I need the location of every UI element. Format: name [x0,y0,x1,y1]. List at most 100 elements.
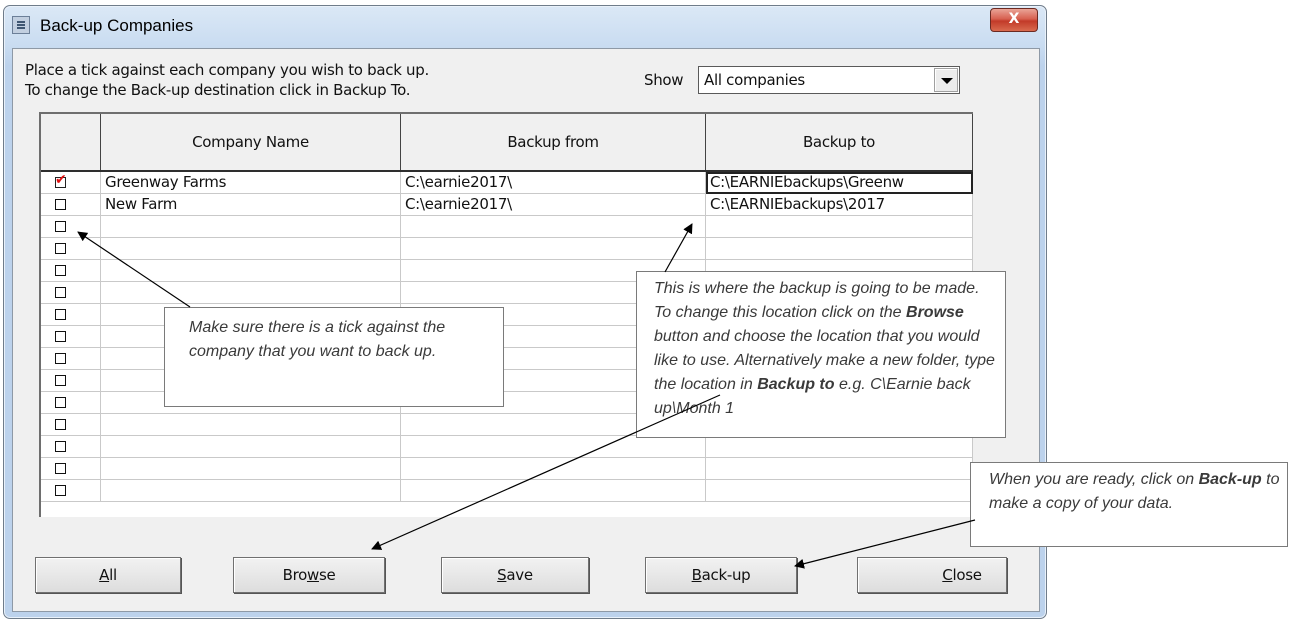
row-select-cell[interactable] [41,238,101,259]
all-button[interactable]: All [35,557,181,593]
instruction-line-2: To change the Back-up destination click … [25,81,411,99]
close-label: lose [952,566,982,584]
row-select-cell[interactable] [41,480,101,501]
header-backup-from[interactable]: Backup from [401,114,706,170]
row-checkbox[interactable] [55,463,66,474]
row-checkbox[interactable] [55,353,66,364]
row-checkbox[interactable] [55,309,66,320]
row-checkbox[interactable] [55,441,66,452]
backup-mnemonic: B [691,566,702,584]
callout-tick: Make sure there is a tick against the co… [164,307,504,407]
backup-to-cell[interactable] [706,480,973,501]
close-mnemonic: C [942,566,953,584]
table-row[interactable]: ✔ Greenway Farms C:\earnie2017\ C:\EARNIEba… [41,172,973,194]
close-window-button[interactable]: X [990,8,1038,32]
row-checkbox[interactable] [55,287,66,298]
backup-to-cell[interactable] [706,238,973,259]
row-checkbox[interactable] [55,243,66,254]
backup-button[interactable]: Back-up [645,557,797,593]
show-filter-dropdown[interactable]: All companies [698,66,960,94]
table-row[interactable] [41,436,973,458]
row-select-cell[interactable] [41,458,101,479]
row-checkbox[interactable] [55,221,66,232]
instruction-line-1: Place a tick against each company you wi… [25,61,429,79]
row-checkbox[interactable] [55,265,66,276]
row-select-cell[interactable] [41,348,101,369]
table-row[interactable] [41,216,973,238]
backup-to-cell[interactable]: C:\EARNIEbackups\Greenw [706,172,973,194]
row-checkbox[interactable] [55,397,66,408]
show-filter-value: All companies [704,71,805,89]
company-name-cell [101,282,401,303]
row-select-cell[interactable]: ✔ [41,172,101,193]
tick-icon: ✔ [55,172,67,188]
row-select-cell[interactable] [41,392,101,413]
backup-from-cell: C:\earnie2017\ [401,172,706,193]
grid-header: Company Name Backup from Backup to [41,114,973,172]
company-name-cell [101,436,401,457]
row-checkbox[interactable] [55,331,66,342]
show-label: Show [644,71,684,89]
company-name-cell [101,216,401,237]
backup-from-cell [401,436,706,457]
row-checkbox[interactable]: ✔ [55,173,67,188]
backup-to-cell[interactable] [706,436,973,457]
row-select-cell[interactable] [41,436,101,457]
row-select-cell[interactable] [41,260,101,281]
browse-mnemonic: w [306,566,319,584]
browse-button[interactable]: Browse [233,557,385,593]
callout-ready: When you are ready, click on Back-up to … [970,462,1288,547]
backup-label: ack-up [701,566,751,584]
backup-from-cell: C:\earnie2017\ [401,194,706,215]
row-select-cell[interactable] [41,304,101,325]
company-name-cell [101,238,401,259]
company-name-cell [101,480,401,501]
row-select-cell[interactable] [41,216,101,237]
backup-to-cell[interactable]: C:\EARNIEbackups\2017 [706,194,973,215]
row-select-cell[interactable] [41,282,101,303]
row-checkbox[interactable] [55,375,66,386]
all-label: ll [109,566,117,584]
backup-from-cell [401,480,706,501]
callout-backup-location: This is where the backup is going to be … [636,271,1006,438]
all-mnemonic: A [99,566,110,584]
backup-from-cell [401,458,706,479]
callout-location-browse: Browse [906,304,964,321]
browse-label: se [318,566,336,584]
instructions: Place a tick against each company you wi… [25,60,429,100]
row-select-cell[interactable] [41,194,101,215]
header-backup-to[interactable]: Backup to [706,114,973,170]
company-name-cell [101,414,401,435]
table-row[interactable] [41,238,973,260]
header-company-name[interactable]: Company Name [101,114,401,170]
save-label: ave [506,566,533,584]
company-name-cell [101,260,401,281]
company-name-cell: Greenway Farms [101,172,401,193]
row-checkbox[interactable] [55,199,66,210]
row-select-cell[interactable] [41,370,101,391]
row-select-cell[interactable] [41,326,101,347]
row-checkbox[interactable] [55,485,66,496]
company-name-cell: New Farm [101,194,401,215]
backup-to-cell[interactable] [706,216,973,237]
header-select [41,114,101,170]
table-row[interactable] [41,458,973,480]
backup-from-cell [401,216,706,237]
window-title: Back-up Companies [40,16,194,35]
callout-location-backup-to: Backup to [757,376,835,393]
window-menu-icon[interactable] [12,16,30,34]
table-row[interactable] [41,480,973,502]
backup-from-cell [401,238,706,259]
browse-label-pre: Bro [282,566,308,584]
company-name-cell [101,458,401,479]
callout-ready-backup: Back-up [1198,471,1262,488]
title-bar[interactable]: Back-up Companies X [4,6,1046,48]
row-checkbox[interactable] [55,419,66,430]
chevron-down-icon[interactable] [934,68,958,92]
backup-to-cell[interactable] [706,458,973,479]
callout-ready-text-1: When you are ready, click on [989,471,1199,488]
row-select-cell[interactable] [41,414,101,435]
save-button[interactable]: Save [441,557,589,593]
close-button[interactable]: Close [857,557,1007,593]
table-row[interactable]: New Farm C:\earnie2017\ C:\EARNIEbackups\2… [41,194,973,216]
